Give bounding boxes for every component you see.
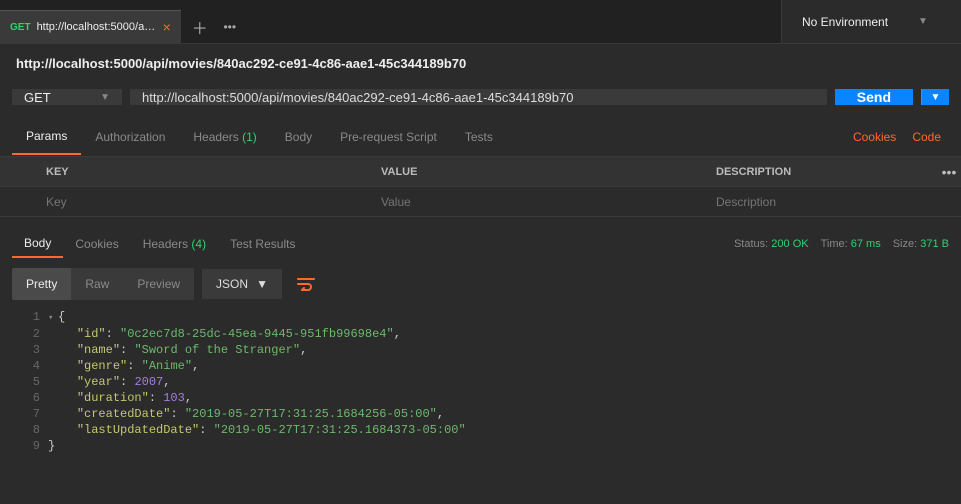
response-tab-headers-count: (4) [191,237,206,251]
response-view-toolbar: Pretty Raw Preview JSON ▼ [0,263,961,305]
http-method-label: GET [24,90,51,105]
request-title: http://localhost:5000/api/movies/840ac29… [16,56,949,71]
response-tab-headers[interactable]: Headers (4) [131,231,218,257]
request-tabs-bar: GET http://localhost:5000/api/movie × ＋ … [0,0,245,43]
col-description: DESCRIPTION [706,166,937,178]
response-tab-cookies[interactable]: Cookies [63,231,130,257]
view-pretty-button[interactable]: Pretty [12,268,71,300]
send-options-button[interactable]: ▼ [921,89,949,105]
more-options-icon[interactable]: ••• [937,164,961,180]
response-body-code[interactable]: 1▾{2 "id": "0c2ec7d8-25dc-45ea-9445-951f… [12,305,949,458]
value-input[interactable] [381,195,696,209]
tab-headers[interactable]: Headers (1) [179,120,270,154]
view-preview-button[interactable]: Preview [123,268,194,300]
chevron-down-icon: ▼ [256,277,268,291]
tab-tests[interactable]: Tests [451,120,507,154]
tab-title: http://localhost:5000/api/movie [37,21,157,33]
tab-prerequest[interactable]: Pre-request Script [326,120,451,154]
params-row [0,187,961,217]
code-line: 2 "id": "0c2ec7d8-25dc-45ea-9445-951fb99… [12,326,949,342]
status-value: 200 OK [771,238,808,250]
close-icon[interactable]: × [163,19,171,35]
code-line: 7 "createdDate": "2019-05-27T17:31:25.16… [12,406,949,422]
url-input[interactable] [130,89,827,105]
code-line: 3 "name": "Sword of the Stranger", [12,342,949,358]
tab-params[interactable]: Params [12,119,81,155]
request-tab[interactable]: GET http://localhost:5000/api/movie × [0,10,181,44]
tab-method-badge: GET [10,22,31,33]
send-button[interactable]: Send [835,89,913,105]
time-label: Time: [821,238,848,250]
params-table-header: KEY VALUE DESCRIPTION ••• [0,157,961,187]
col-key: KEY [36,166,371,178]
code-line: 8 "lastUpdatedDate": "2019-05-27T17:31:2… [12,422,949,438]
request-title-row: http://localhost:5000/api/movies/840ac29… [0,44,961,77]
status-label: Status: [734,238,768,250]
response-tab-test-results[interactable]: Test Results [218,231,307,257]
code-line: 6 "duration": 103, [12,390,949,406]
code-line: 4 "genre": "Anime", [12,358,949,374]
size-label: Size: [893,238,917,250]
response-tab-body[interactable]: Body [12,230,63,258]
top-row: GET http://localhost:5000/api/movie × ＋ … [0,0,961,44]
request-row: GET ▼ Send ▼ [0,77,961,117]
cookies-link[interactable]: Cookies [845,130,904,144]
view-raw-button[interactable]: Raw [71,268,123,300]
size-value: 371 B [920,238,949,250]
http-method-dropdown[interactable]: GET ▼ [12,89,122,105]
code-line: 5 "year": 2007, [12,374,949,390]
environment-dropdown[interactable]: No Environment ▼ [781,0,961,43]
code-link[interactable]: Code [904,130,949,144]
time-value: 67 ms [851,238,881,250]
tab-authorization[interactable]: Authorization [81,120,179,154]
chevron-down-icon: ▼ [918,16,928,27]
response-tab-bar: Body Cookies Headers (4) Test Results St… [0,225,961,263]
language-label: JSON [216,277,248,291]
toggle-wrap-icon[interactable] [290,268,322,300]
tab-headers-count: (1) [242,130,257,144]
view-mode-group: Pretty Raw Preview [12,268,194,300]
chevron-down-icon: ▼ [100,92,110,103]
tab-overflow-icon[interactable]: ••• [215,10,245,44]
tab-headers-label: Headers [193,130,238,144]
add-tab-button[interactable]: ＋ [185,10,215,44]
key-input[interactable] [46,195,361,209]
description-input[interactable] [716,195,927,209]
code-line: 9} [12,438,949,454]
code-line: 1▾{ [12,309,949,326]
col-value: VALUE [371,166,706,178]
environment-label: No Environment [802,15,888,29]
tab-body[interactable]: Body [271,120,326,154]
response-tab-headers-label: Headers [143,237,188,251]
request-subtab-bar: Params Authorization Headers (1) Body Pr… [0,117,961,157]
language-dropdown[interactable]: JSON ▼ [202,269,282,299]
